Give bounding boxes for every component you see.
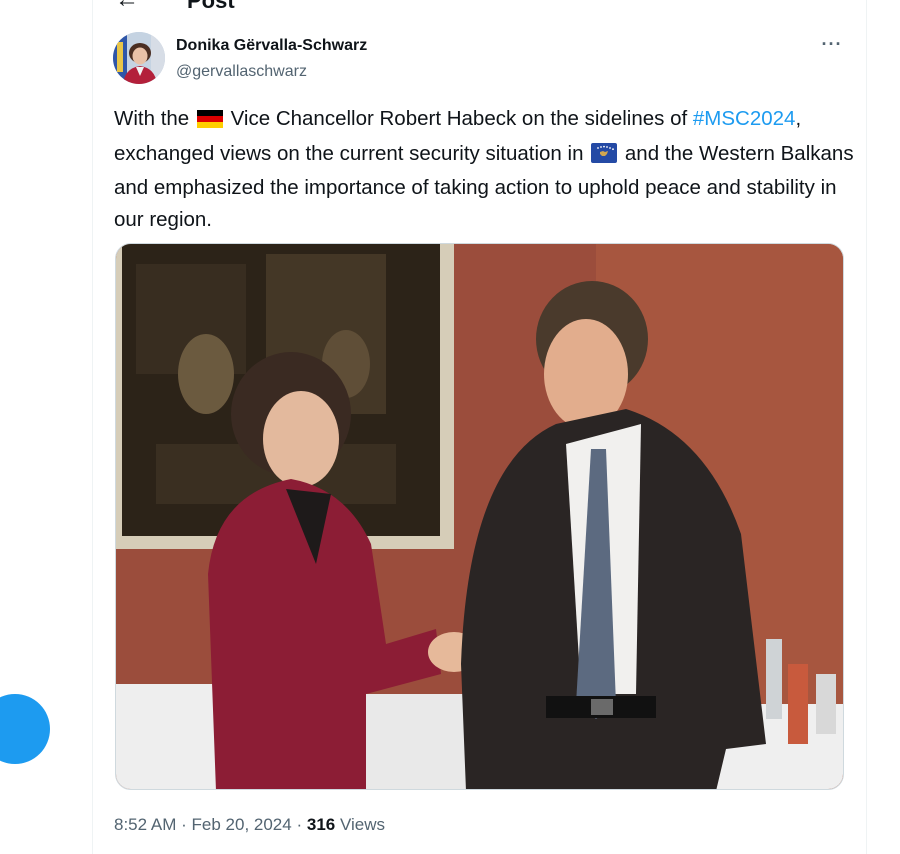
tweet-meta: 8:52 AM · Feb 20, 2024 · 316 Views	[114, 815, 385, 835]
kosovo-flag-icon	[591, 141, 618, 173]
tweet-photo[interactable]	[115, 243, 844, 790]
tweet-text-part: Vice Chancellor Robert Habeck on the sid…	[230, 107, 688, 130]
meta-separator: ·	[296, 815, 303, 834]
views-label: Views	[339, 815, 386, 834]
author-name[interactable]: Donika Gërvalla-Schwarz	[176, 37, 367, 55]
timeline-border-right	[866, 0, 867, 854]
tweet-date[interactable]: Feb 20, 2024	[192, 815, 292, 834]
views-count: 316	[306, 815, 336, 834]
germany-flag-icon	[196, 106, 223, 138]
avatar[interactable]	[113, 32, 165, 84]
author-handle[interactable]: @gervallaschwarz	[176, 63, 307, 81]
meta-separator: ·	[181, 815, 187, 834]
tweet-text: With the Vice Chancellor Robert Habeck o…	[114, 103, 854, 235]
timeline-border-left	[92, 0, 93, 854]
post-header: ← Post	[93, 0, 866, 16]
arrow-left-icon[interactable]: ←	[115, 0, 139, 14]
page-title: Post	[187, 0, 235, 13]
more-horizontal-icon[interactable]: ···	[818, 34, 846, 58]
hashtag-link[interactable]: #MSC2024	[693, 107, 796, 130]
tweet-time[interactable]: 8:52 AM	[114, 815, 176, 834]
tweet-text-part: With the	[114, 107, 190, 130]
